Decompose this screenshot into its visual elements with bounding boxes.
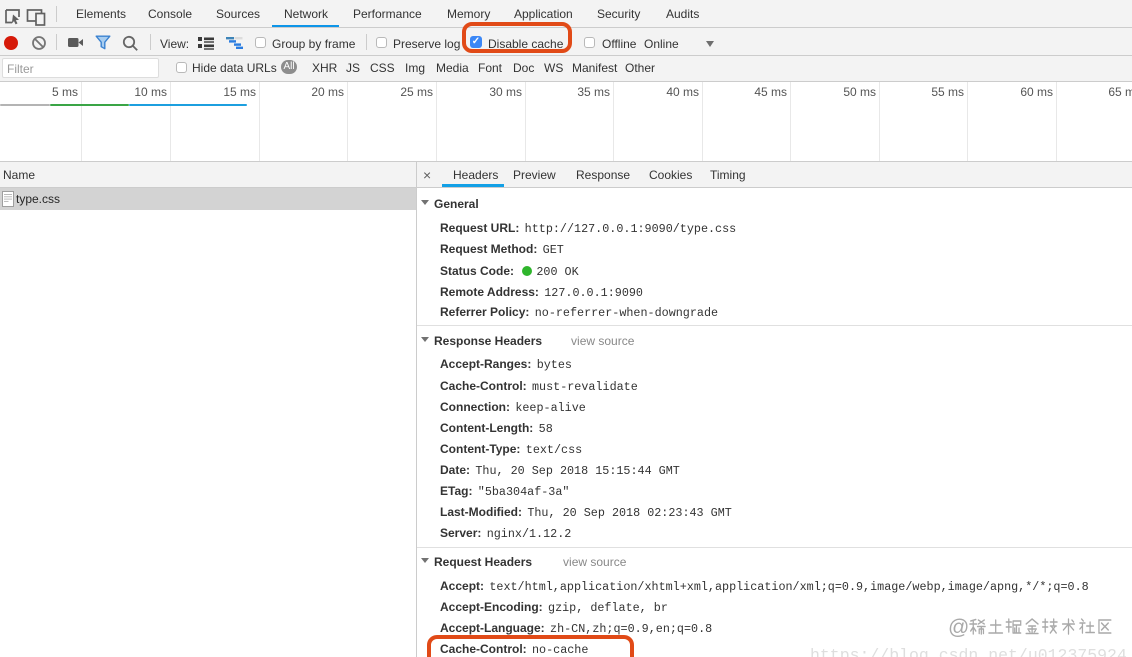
svg-text:@: @ — [948, 616, 969, 639]
